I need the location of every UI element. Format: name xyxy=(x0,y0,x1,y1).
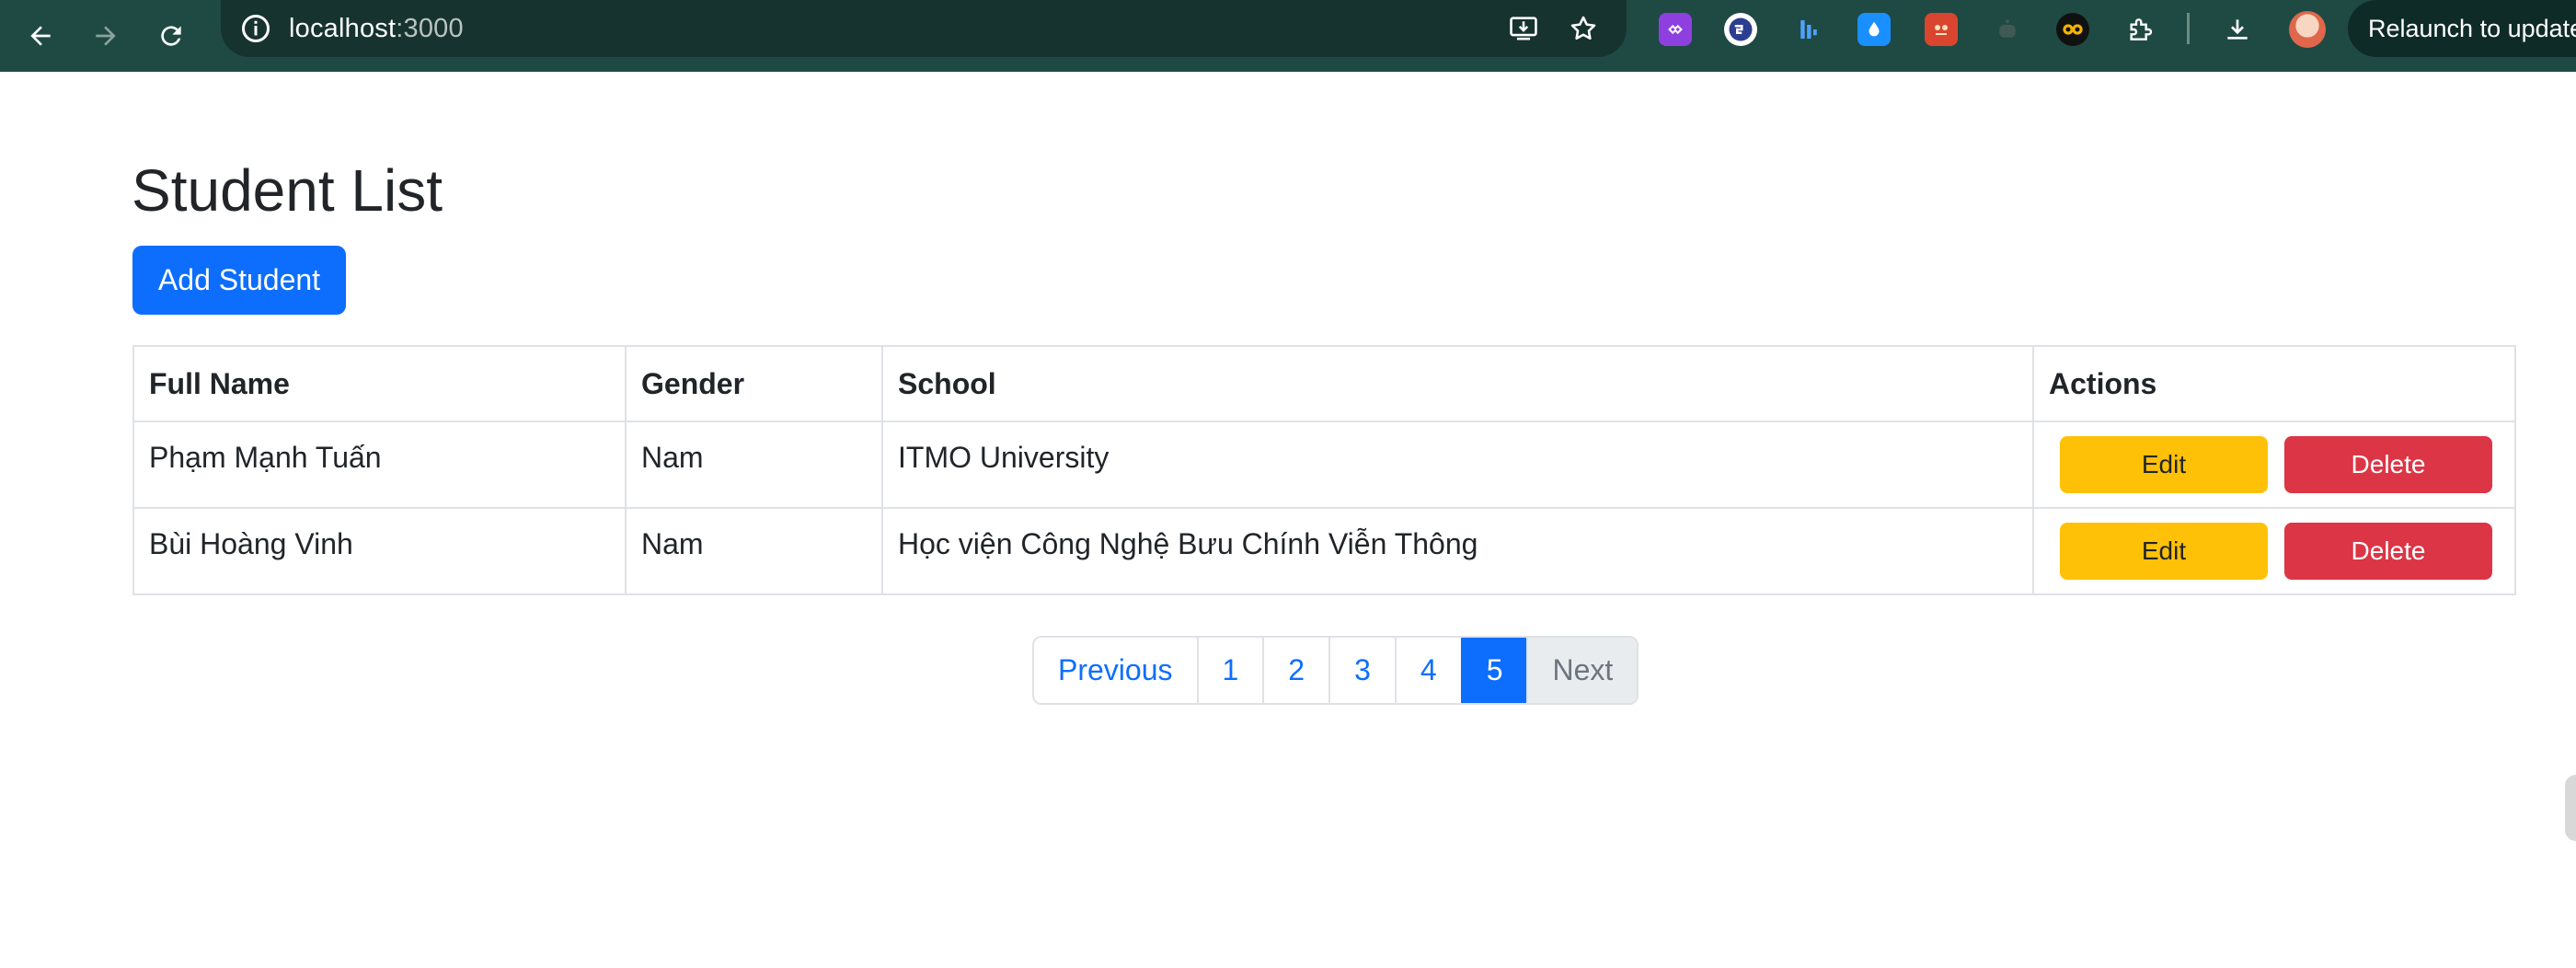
extension-drop-icon[interactable] xyxy=(1857,13,1891,46)
extension-bars-icon[interactable] xyxy=(1792,13,1825,46)
pagination: Previous 1 2 3 4 5 Next xyxy=(1032,636,1639,705)
header-actions: Actions xyxy=(2032,345,2516,422)
reload-icon xyxy=(161,26,181,46)
cell-gender: Nam xyxy=(625,507,883,595)
extension-robot-icon[interactable] xyxy=(1991,13,2024,46)
browser-toolbar: localhost:3000 Relaunch to update xyxy=(0,0,2576,72)
pagination-page-5-current[interactable]: 5 xyxy=(1460,638,1527,703)
delete-button[interactable]: Delete xyxy=(2284,436,2492,493)
pagination-page-3[interactable]: 3 xyxy=(1328,638,1395,703)
pagination-previous[interactable]: Previous xyxy=(1034,638,1197,703)
back-button[interactable] xyxy=(15,10,66,62)
install-app-icon xyxy=(1510,17,1537,40)
delete-button[interactable]: Delete xyxy=(2284,523,2492,580)
star-icon xyxy=(1570,16,1596,40)
table-row: Phạm Mạnh Tuấn Nam ITMO University Edit D… xyxy=(132,421,2516,509)
pagination-next[interactable]: Next xyxy=(1526,638,1638,703)
pagination-page-2[interactable]: 2 xyxy=(1262,638,1329,703)
install-app-button[interactable] xyxy=(1505,10,1542,47)
forward-arrow-icon xyxy=(96,26,116,46)
extension-globe-icon[interactable] xyxy=(1724,13,1757,46)
scrollbar[interactable] xyxy=(2565,775,2576,841)
url-text[interactable]: localhost:3000 xyxy=(289,0,464,57)
edit-button[interactable]: Edit xyxy=(2060,436,2268,493)
cell-school: Học viện Công Nghệ Bưu Chính Viễn Thông xyxy=(881,507,2034,595)
back-arrow-icon xyxy=(30,26,51,46)
extensions-puzzle-icon[interactable] xyxy=(2123,13,2156,46)
header-full-name: Full Name xyxy=(132,345,627,422)
header-gender: Gender xyxy=(625,345,883,422)
extension-purple-icon[interactable] xyxy=(1659,13,1692,46)
cell-actions: Edit Delete xyxy=(2032,507,2516,595)
extension-eyes-icon[interactable] xyxy=(2056,13,2089,46)
page-title: Student List xyxy=(132,157,443,224)
relaunch-to-update-button[interactable]: Relaunch to update xyxy=(2348,0,2576,57)
bookmark-button[interactable] xyxy=(1565,10,1602,47)
toolbar-separator xyxy=(2187,13,2190,44)
cell-actions: Edit Delete xyxy=(2032,421,2516,509)
edit-button[interactable]: Edit xyxy=(2060,523,2268,580)
url-port: :3000 xyxy=(396,14,464,43)
header-school: School xyxy=(881,345,2034,422)
address-bar[interactable]: localhost:3000 xyxy=(221,0,1627,57)
cell-full-name: Bùi Hoàng Vinh xyxy=(132,507,627,595)
cell-gender: Nam xyxy=(625,421,883,509)
profile-avatar[interactable] xyxy=(2289,11,2326,48)
table-row: Bùi Hoàng Vinh Nam Học viện Công Nghệ Bư… xyxy=(132,507,2516,595)
pagination-page-1[interactable]: 1 xyxy=(1196,638,1263,703)
add-student-button[interactable]: Add Student xyxy=(132,246,346,315)
students-table: Full Name Gender School Actions Phạm Mạn… xyxy=(132,345,2516,595)
site-info-icon[interactable] xyxy=(239,12,272,45)
forward-button[interactable] xyxy=(80,10,132,62)
table-header-row: Full Name Gender School Actions xyxy=(132,345,2516,422)
reload-button[interactable] xyxy=(145,10,197,62)
url-host: localhost xyxy=(289,14,397,43)
extension-red-icon[interactable] xyxy=(1925,13,1958,46)
downloads-icon[interactable] xyxy=(2221,13,2254,46)
cell-full-name: Phạm Mạnh Tuấn xyxy=(132,421,627,509)
cell-school: ITMO University xyxy=(881,421,2034,509)
pagination-page-4[interactable]: 4 xyxy=(1394,638,1461,703)
